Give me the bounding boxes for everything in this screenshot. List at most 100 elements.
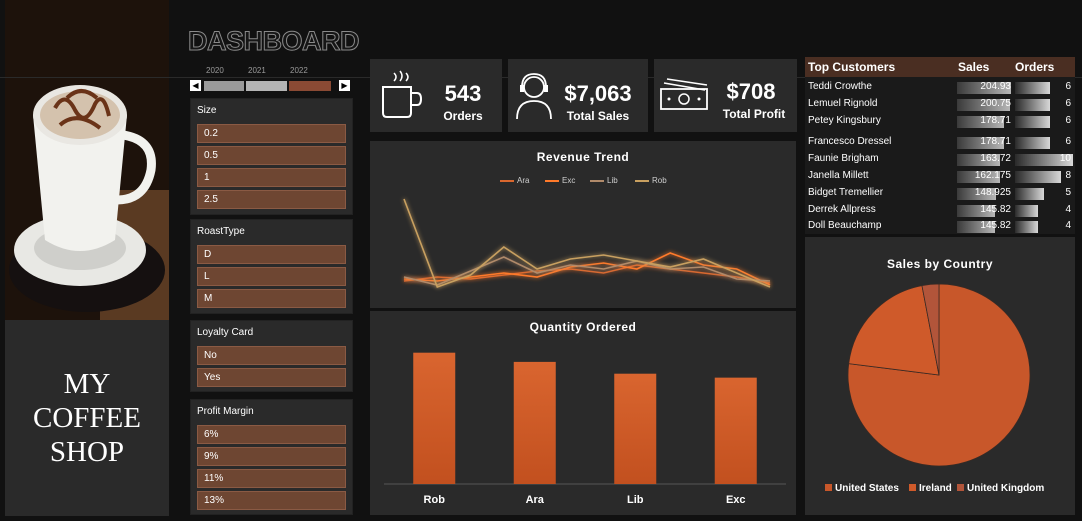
col-header-orders: Orders bbox=[1015, 60, 1055, 74]
slicer-title: Size bbox=[197, 105, 217, 116]
quantity-ordered-panel: Quantity Ordered Rob Ara Lib Exc bbox=[370, 311, 796, 515]
kpi-profit-label: Total Profit bbox=[722, 107, 786, 121]
shop-name-line3: SHOP bbox=[49, 436, 125, 468]
kpi-profit-card: $708 Total Profit bbox=[654, 59, 797, 132]
slicer-item-margin-13[interactable]: 13% bbox=[197, 491, 346, 510]
revenue-trend-chart bbox=[403, 198, 771, 289]
slicer-item-size-1[interactable]: 1 bbox=[197, 168, 346, 187]
slicer-item-size-2.5[interactable]: 2.5 bbox=[197, 190, 346, 209]
kpi-sales-label: Total Sales bbox=[566, 109, 630, 123]
kpi-sales-value: $7,063 bbox=[564, 81, 632, 106]
slicer-item-roast-d[interactable]: D bbox=[197, 245, 346, 264]
customer-orders-bar bbox=[1015, 188, 1044, 200]
customer-orders-value: 5 bbox=[1065, 187, 1071, 198]
customer-sales-value: 204.93 bbox=[980, 81, 1011, 92]
timeline-year-2021: 2021 bbox=[248, 66, 266, 75]
customer-sales-value: 178.71 bbox=[980, 115, 1011, 126]
coffee-photo bbox=[5, 0, 169, 320]
customer-orders-bar bbox=[1015, 82, 1050, 94]
customer-name: Teddi Crowthe bbox=[808, 81, 872, 92]
legend-item-united-states: United States bbox=[825, 483, 899, 494]
coffee-cup-icon bbox=[382, 70, 423, 118]
customer-name: Derrek Allpress bbox=[808, 204, 876, 215]
customer-name: Faunie Brigham bbox=[808, 153, 879, 164]
customer-orders-value: 6 bbox=[1065, 136, 1071, 147]
timeline-year-2020: 2020 bbox=[206, 66, 224, 75]
customer-orders-value: 6 bbox=[1065, 81, 1071, 92]
money-icon bbox=[660, 78, 708, 110]
customer-orders-bar bbox=[1015, 221, 1039, 233]
slicer-size: Size 0.2 0.5 1 2.5 bbox=[190, 98, 353, 215]
customer-orders-bar bbox=[1015, 137, 1050, 149]
top-customers-table: Top Customers Sales Orders Teddi Crowthe… bbox=[805, 57, 1075, 234]
legend-swatch bbox=[825, 484, 832, 491]
customer-orders-value: 10 bbox=[1059, 153, 1071, 164]
tick-label-exc: Exc bbox=[726, 494, 746, 506]
customer-orders-bar bbox=[1015, 116, 1050, 128]
bar-exc bbox=[714, 377, 757, 484]
timeline-segment-2021[interactable] bbox=[246, 81, 287, 91]
customer-name: Janella Millett bbox=[808, 170, 869, 181]
legend-swatch bbox=[909, 484, 916, 491]
customer-sales-value: 145.82 bbox=[980, 220, 1011, 231]
customer-sales-value: 178.71 bbox=[980, 136, 1011, 147]
slicer-item-roast-l[interactable]: L bbox=[197, 267, 346, 286]
timeline-year-2022: 2022 bbox=[290, 66, 308, 75]
timeline-segment-2022[interactable] bbox=[289, 81, 331, 91]
customer-sales-value: 163.72 bbox=[980, 153, 1011, 164]
shop-name: MY COFFEE SHOP bbox=[5, 320, 169, 516]
coffee-cup-image bbox=[5, 0, 169, 320]
sales-by-country-legend: United States Ireland United Kingdom bbox=[805, 483, 1075, 497]
revenue-trend-panel: Revenue Trend Ara Exc Lib Rob bbox=[370, 141, 796, 308]
legend-label: United Kingdom bbox=[967, 483, 1045, 494]
tick-label-ara: Ara bbox=[526, 494, 545, 506]
customer-orders-bar bbox=[1015, 171, 1062, 183]
customer-sales-value: 200.75 bbox=[980, 98, 1011, 109]
customer-name: Lemuel Rignold bbox=[808, 98, 878, 109]
customer-orders-bar bbox=[1015, 99, 1050, 111]
slicer-item-size-0.2[interactable]: 0.2 bbox=[197, 124, 346, 143]
slicer-item-margin-9[interactable]: 9% bbox=[197, 447, 346, 466]
bar-rob bbox=[413, 352, 456, 484]
slicer-item-loyalty-yes[interactable]: Yes bbox=[197, 368, 346, 387]
slicer-item-margin-11[interactable]: 11% bbox=[197, 469, 346, 488]
slicer-title: Loyalty Card bbox=[197, 327, 254, 338]
customer-name: Petey Kingsbury bbox=[808, 115, 881, 126]
slicer-profit-margin: Profit Margin 6% 9% 11% 13% bbox=[190, 399, 353, 515]
legend-item-ireland: Ireland bbox=[909, 483, 952, 494]
bar-lib bbox=[614, 373, 657, 484]
shop-name-line1: MY bbox=[63, 368, 111, 400]
slicer-item-size-0.5[interactable]: 0.5 bbox=[197, 146, 346, 165]
kpi-orders-card: 543 Orders bbox=[370, 59, 502, 132]
kpi-orders-label: Orders bbox=[443, 109, 483, 123]
slicer-item-roast-m[interactable]: M bbox=[197, 289, 346, 308]
customer-sales-value: 148.925 bbox=[974, 187, 1011, 198]
timeline-scroll-right-icon[interactable]: ▶ bbox=[339, 80, 350, 91]
slicer-item-loyalty-no[interactable]: No bbox=[197, 346, 346, 365]
shop-name-line2: COFFEE bbox=[33, 402, 141, 434]
slicer-title: Profit Margin bbox=[197, 406, 254, 417]
customer-orders-value: 4 bbox=[1065, 220, 1071, 231]
customer-name: Bidget Tremellier bbox=[808, 187, 884, 198]
slicer-roasttype: RoastType D L M bbox=[190, 219, 353, 314]
slicer-item-margin-6[interactable]: 6% bbox=[197, 425, 346, 444]
slicer-title: RoastType bbox=[197, 226, 245, 237]
timeline-segment-2020[interactable] bbox=[204, 81, 244, 91]
page-title: DASHBOARD bbox=[188, 26, 361, 57]
tick-label-lib: Lib bbox=[627, 494, 644, 506]
customer-sales-value: 162.175 bbox=[974, 170, 1011, 181]
bar-ara bbox=[513, 361, 556, 484]
legend-label: United States bbox=[835, 483, 899, 494]
customer-orders-value: 8 bbox=[1065, 170, 1071, 181]
kpi-sales-card: $7,063 Total Sales bbox=[508, 59, 648, 132]
customer-orders-value: 6 bbox=[1065, 98, 1071, 109]
tick-label-rob: Rob bbox=[424, 494, 446, 506]
quantity-ordered-chart: Rob Ara Lib Exc bbox=[384, 352, 786, 506]
sales-by-country-panel: Sales by Country United States Ireland Uni… bbox=[805, 237, 1075, 515]
col-header-customer: Top Customers bbox=[808, 60, 896, 74]
kpi-profit-value: $708 bbox=[726, 79, 776, 104]
customer-name: Doll Beauchamp bbox=[808, 220, 882, 231]
customer-headset-icon bbox=[516, 73, 552, 120]
timeline-scroll-left-icon[interactable]: ◀ bbox=[190, 80, 201, 91]
customer-sales-value: 145.82 bbox=[980, 204, 1011, 215]
